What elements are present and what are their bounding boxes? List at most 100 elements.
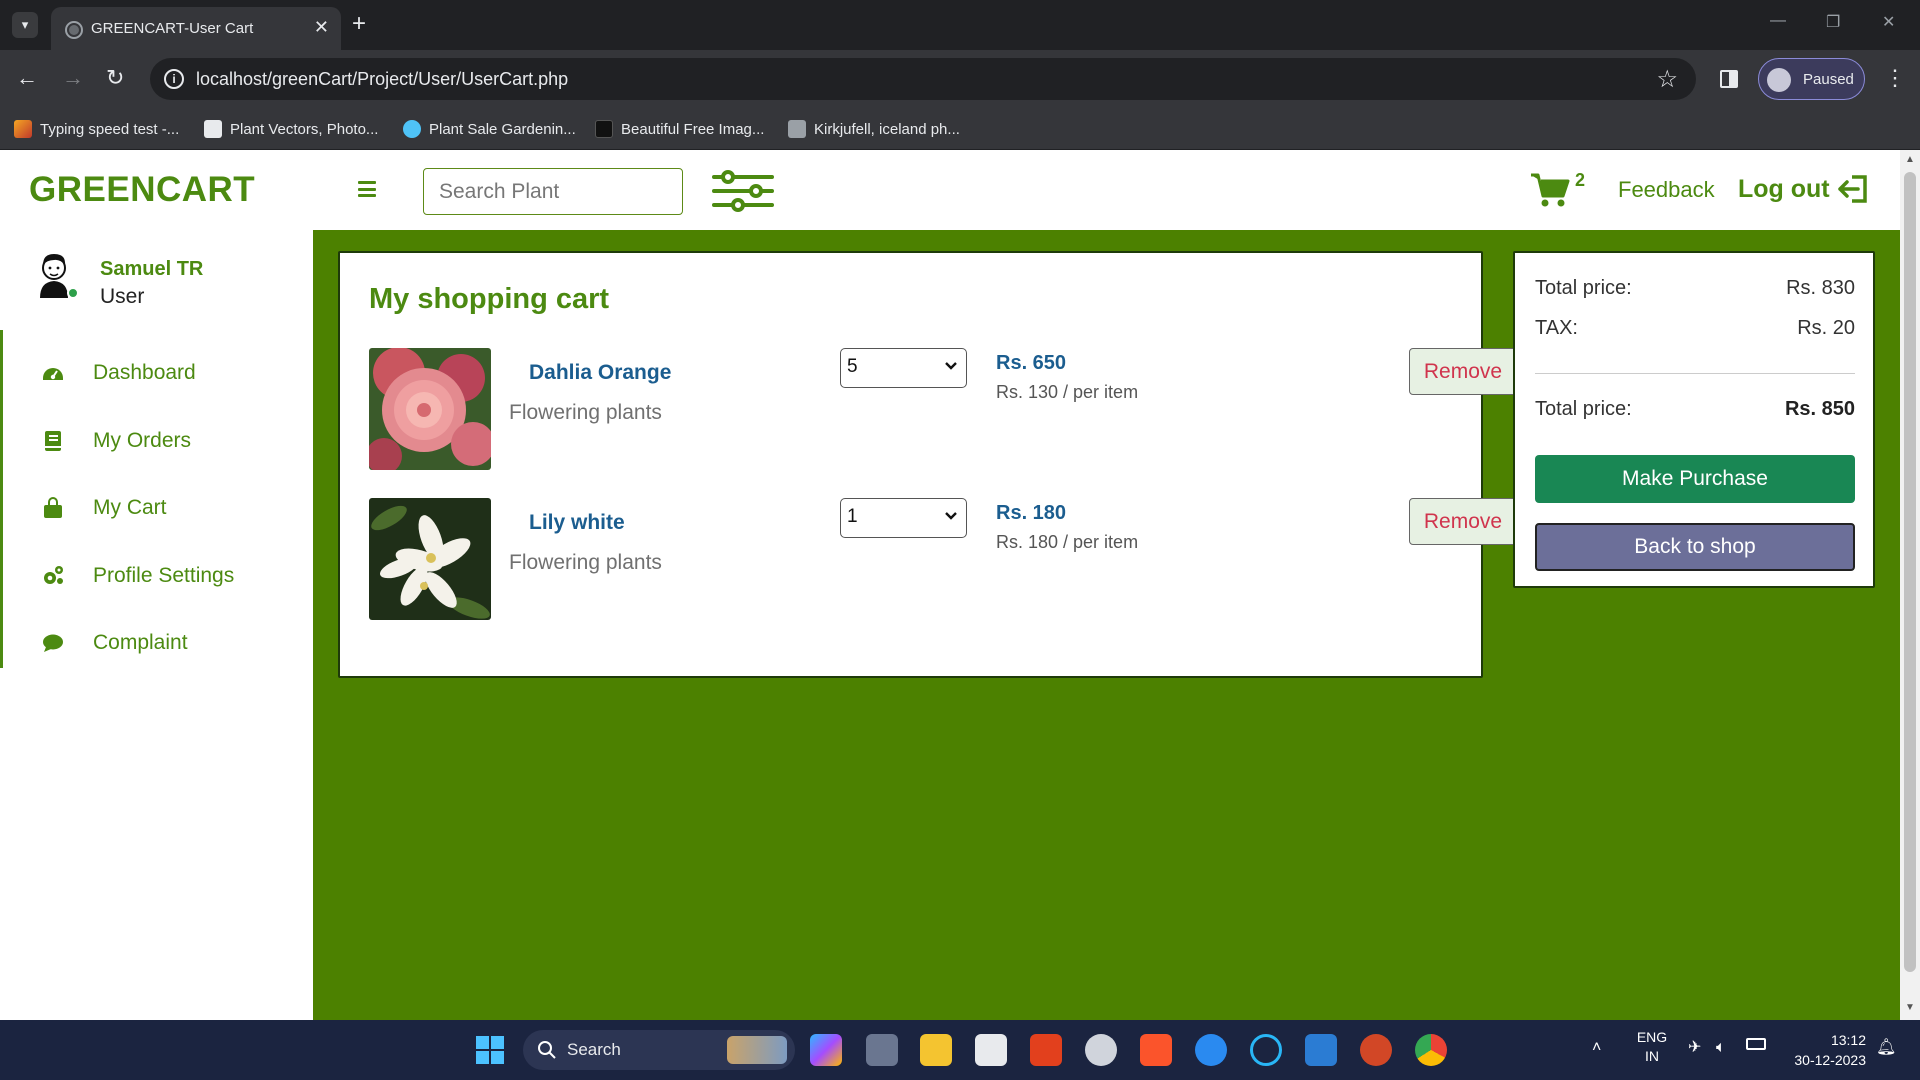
github-desktop-icon[interactable] (1085, 1034, 1117, 1066)
bookmark-favicon-icon (403, 120, 421, 138)
product-name[interactable]: Dahlia Orange (529, 361, 671, 385)
bookmark-star-icon[interactable]: ☆ (1656, 65, 1678, 94)
site-info-icon[interactable]: i (164, 69, 184, 89)
cart-item: Lily white Flowering plants 1 Rs. 180 Rs… (369, 498, 1517, 620)
cart-count-badge: 2 (1575, 170, 1586, 190)
shopping-cart-icon[interactable] (1530, 172, 1570, 208)
globe-icon (65, 21, 83, 39)
unit-price: Rs. 130 / per item (996, 382, 1139, 402)
reload-icon[interactable]: ↻ (106, 65, 124, 91)
user-role: User (100, 285, 145, 308)
restore-icon[interactable]: ❐ (1826, 12, 1840, 32)
copilot-icon[interactable] (810, 1034, 842, 1066)
region-code: IN (1645, 1048, 1659, 1064)
feedback-link[interactable]: Feedback (1618, 177, 1715, 203)
remove-button[interactable]: Remove (1409, 348, 1517, 395)
system-clock[interactable]: 13:12 30-12-2023 (1786, 1030, 1866, 1070)
gauge-icon (43, 368, 63, 380)
bookmark-label: Kirkjufell, iceland ph... (814, 120, 960, 138)
bookmark-favicon-icon (204, 120, 222, 138)
brave-browser-icon[interactable] (1140, 1034, 1172, 1066)
sidebar-item-label: Profile Settings (93, 564, 235, 587)
taskbar-search[interactable]: Search (523, 1030, 795, 1070)
bookmark-item[interactable]: Plant Sale Gardenin... (403, 117, 576, 141)
product-category: Flowering plants (509, 401, 662, 424)
logout-label: Log out (1738, 174, 1830, 203)
quantity-select[interactable]: 1 (840, 498, 967, 538)
remove-button[interactable]: Remove (1409, 498, 1517, 545)
battery-icon[interactable] (1746, 1038, 1766, 1050)
bookmark-favicon-icon (14, 120, 32, 138)
product-image-dahlia (369, 348, 491, 470)
sidebar-item-label: My Cart (93, 496, 167, 519)
address-bar[interactable]: i localhost/greenCart/Project/User/UserC… (150, 58, 1696, 100)
bookmark-item[interactable]: Plant Vectors, Photo... (204, 117, 378, 141)
site-logo[interactable]: GREENCART (29, 170, 255, 210)
filter-sliders-icon[interactable] (712, 169, 774, 213)
language-indicator[interactable]: ENG IN (1632, 1028, 1672, 1066)
scroll-down-arrow-icon[interactable]: ▼ (1905, 1002, 1915, 1013)
powerpoint-icon[interactable] (1360, 1034, 1392, 1066)
alexa-icon[interactable] (1250, 1034, 1282, 1066)
profile-avatar (1767, 68, 1791, 92)
notification-bell-icon[interactable]: 🔔︎ (1876, 1038, 1896, 1057)
make-purchase-button[interactable]: Make Purchase (1535, 455, 1855, 503)
tab-close-icon[interactable]: ✕ (314, 17, 329, 38)
back-to-shop-button[interactable]: Back to shop (1535, 523, 1855, 571)
side-panel-icon[interactable] (1720, 70, 1738, 88)
minimize-icon[interactable]: — (1770, 12, 1786, 30)
sidebar-item-label: My Orders (93, 429, 192, 452)
scroll-up-arrow-icon[interactable]: ▲ (1905, 154, 1915, 165)
volume-icon[interactable]: 🔈︎ (1716, 1038, 1726, 1057)
bookmark-item[interactable]: Kirkjufell, iceland ph... (788, 117, 960, 141)
logout-button[interactable]: Log out (1738, 174, 1868, 204)
search-icon (538, 1041, 556, 1059)
help-icon[interactable] (1195, 1034, 1227, 1066)
scrollbar-thumb[interactable] (1904, 172, 1916, 972)
item-total-price: Rs. 180 (996, 502, 1067, 524)
page: GREENCART 2 Feedback Log out (0, 150, 1920, 1020)
microsoft-store-icon[interactable] (975, 1034, 1007, 1066)
browser-menu-icon[interactable]: ⋮ (1884, 64, 1906, 92)
task-view-icon[interactable] (866, 1034, 898, 1066)
bookmark-favicon-icon (595, 120, 613, 138)
chevron-down-icon (945, 512, 957, 520)
tab-title: GREENCART-User Cart (91, 20, 254, 37)
sidebar-item-my-cart[interactable]: My Cart (0, 484, 313, 532)
tab-search-dropdown-button[interactable]: ▾ (12, 12, 38, 38)
quantity-select[interactable]: 5 (840, 348, 967, 388)
forward-arrow-icon[interactable]: → (62, 65, 84, 91)
browser-tab-active[interactable]: GREENCART-User Cart ✕ (51, 7, 341, 50)
windows-taskbar: Search ˄ ENG IN ✈ 🔈︎ 13:12 30-12-2023 🔔︎ (0, 1020, 1920, 1080)
profile-status-label: Paused (1803, 71, 1854, 88)
vscode-icon[interactable] (1305, 1034, 1337, 1066)
url-text[interactable]: localhost/greenCart/Project/User/UserCar… (196, 69, 568, 90)
bookmark-item[interactable]: Beautiful Free Imag... (595, 117, 764, 141)
product-name[interactable]: Lily white (529, 511, 625, 535)
sidebar-item-dashboard[interactable]: Dashboard (0, 349, 313, 397)
page-scrollbar[interactable]: ▲ ▼ (1900, 150, 1920, 1020)
sidebar-item-complaint[interactable]: Complaint (0, 619, 313, 667)
bag-icon (44, 497, 62, 518)
window-close-icon[interactable]: ✕ (1882, 12, 1895, 32)
hamburger-menu-icon[interactable] (358, 181, 376, 197)
office-icon[interactable] (1030, 1034, 1062, 1066)
profile-button[interactable]: Paused (1758, 58, 1865, 100)
new-tab-button[interactable]: + (352, 10, 366, 38)
chevron-up-icon[interactable]: ˄ (1592, 1038, 1601, 1057)
bookmark-item[interactable]: Typing speed test -... (14, 117, 179, 141)
chrome-icon[interactable] (1415, 1034, 1447, 1066)
taskbar-search-label: Search (567, 1040, 621, 1059)
grand-total-label: Total price: (1535, 398, 1632, 420)
search-input[interactable] (423, 168, 683, 215)
quantity-value: 5 (847, 356, 858, 377)
sidebar-item-profile-settings[interactable]: Profile Settings (0, 552, 313, 600)
windows-start-icon[interactable] (474, 1034, 506, 1066)
search-highlight-icon (727, 1036, 787, 1064)
back-arrow-icon[interactable]: ← (16, 65, 38, 91)
file-explorer-icon[interactable] (920, 1034, 952, 1066)
sidebar-item-my-orders[interactable]: My Orders (0, 417, 313, 465)
airplane-mode-icon[interactable]: ✈ (1688, 1038, 1701, 1057)
logout-icon (1837, 175, 1867, 203)
tax-label: TAX: (1535, 317, 1578, 339)
